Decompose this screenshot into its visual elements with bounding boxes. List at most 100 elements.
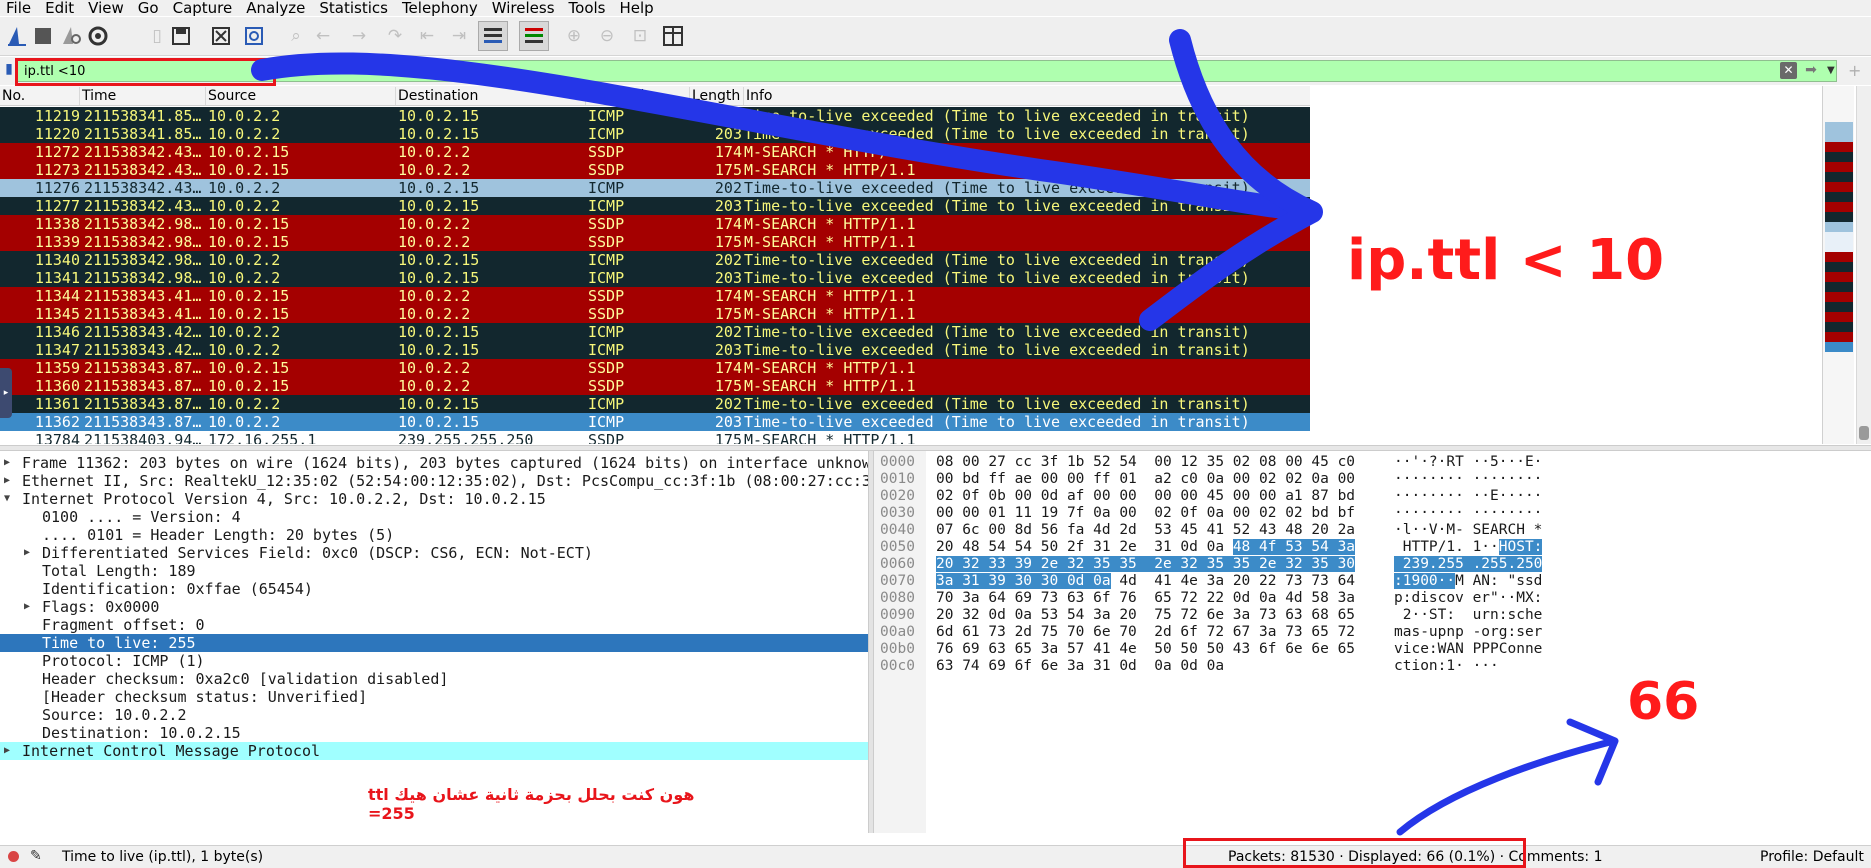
resize-columns-icon[interactable] [660,23,686,49]
packet-row[interactable]: 11344 211538343.41… 10.0.2.15 10.0.2.2 SSDP 1… [0,287,1310,305]
detail-row[interactable]: [Header checksum status: Unverified] [0,688,868,706]
detail-row[interactable]: ▶ Flags: 0x0000 [0,598,868,616]
hex-ascii[interactable]: ········ ········ [1394,505,1542,522]
packet-row[interactable]: 11220 211538341.85… 10.0.2.2 10.0.2.15 ICMP 2… [0,125,1310,143]
menu-telephony[interactable]: Telephony [396,0,486,16]
hex-bytes[interactable]: 63 74 69 6f 6e 3a 31 0d 0a 0d 0a [936,658,1224,675]
packet-minimap[interactable] [1822,86,1854,444]
packet-row[interactable]: 11277 211538342.43… 10.0.2.2 10.0.2.15 ICMP 2… [0,197,1310,215]
detail-row[interactable]: ▶ Differentiated Services Field: 0xc0 (DS… [0,544,868,562]
detail-row[interactable]: ▶ Ethernet II, Src: RealtekU_12:35:02 (52… [0,472,868,490]
menu-statistics[interactable]: Statistics [313,0,396,16]
expand-chevron-right-icon[interactable]: ▶ [24,544,30,562]
menu-go[interactable]: Go [132,0,167,16]
hex-bytes[interactable]: 6d 61 73 2d 75 70 6e 70 2d 6f 72 67 3a 7… [936,624,1355,641]
column-header-destination[interactable]: Destination [396,87,586,105]
hex-bytes[interactable]: 00 bd ff ae 00 00 ff 01 a2 c0 0a 00 02 0… [936,471,1355,488]
hex-ascii[interactable]: 239.255 .255.250 [1394,556,1543,573]
detail-row[interactable]: Source: 10.0.2.2 [0,706,868,724]
open-file-icon[interactable]: ▯ [144,23,170,49]
hex-ascii[interactable]: vice:WAN PPPConne [1394,641,1542,658]
packet-row[interactable]: 11340 211538342.98… 10.0.2.2 10.0.2.15 ICMP 2… [0,251,1310,269]
hex-bytes[interactable]: 76 69 63 65 3a 57 41 4e 50 50 50 43 6f 6… [936,641,1355,658]
expand-chevron-right-icon[interactable]: ▶ [24,598,30,616]
packet-row[interactable]: 11361 211538343.87… 10.0.2.2 10.0.2.15 ICMP 2… [0,395,1310,413]
expand-chevron-right-icon[interactable]: ▶ [4,472,10,490]
detail-row[interactable]: ▼ Internet Protocol Version 4, Src: 10.0.… [0,490,868,508]
zoom-in-icon[interactable]: ⊕ [561,23,587,49]
go-back-icon[interactable]: ← [310,23,336,49]
menu-help[interactable]: Help [613,0,661,16]
restart-capture-icon[interactable] [58,23,84,49]
detail-row[interactable]: Identification: 0xffae (65454) [0,580,868,598]
apply-filter-icon[interactable]: ➡ [1800,62,1822,79]
column-header-time[interactable]: Time [80,87,206,105]
hex-ascii[interactable]: p:discov er"··MX: [1394,590,1542,607]
menu-analyze[interactable]: Analyze [240,0,313,16]
packet-row[interactable]: 11360 211538343.87… 10.0.2.15 10.0.2.2 SSDP 1… [0,377,1310,395]
hex-bytes[interactable]: 20 32 33 39 2e 32 35 35 2e 32 35 35 2e 3… [936,556,1356,573]
add-filter-button-icon[interactable]: + [1848,61,1864,80]
packet-row[interactable]: 11276 211538342.43… 10.0.2.2 10.0.2.15 ICMP 2… [0,179,1310,197]
packet-row[interactable]: 11339 211538342.98… 10.0.2.15 10.0.2.2 SSDP 1… [0,233,1310,251]
detail-row[interactable]: .... 0101 = Header Length: 20 bytes (5) [0,526,868,544]
go-forward-icon[interactable]: → [346,23,372,49]
expand-chevron-right-icon[interactable]: ▶ [4,454,10,472]
packet-row[interactable]: 11338 211538342.98… 10.0.2.15 10.0.2.2 SSDP 1… [0,215,1310,233]
detail-row[interactable]: Time to live: 255 [0,634,868,652]
go-last-icon[interactable]: ⇥ [446,23,472,49]
detail-row[interactable]: Destination: 10.0.2.15 [0,724,868,742]
column-header-info[interactable]: Info [744,87,1310,105]
hex-ascii[interactable]: 2··ST: urn:sche [1394,607,1543,624]
filter-bookmark-icon[interactable]: ▮ [2,61,16,81]
menu-file[interactable]: File [0,0,39,16]
column-header-no[interactable]: No. [0,87,80,105]
detail-row[interactable]: 0100 .... = Version: 4 [0,508,868,526]
colorize-icon[interactable] [519,21,549,51]
shark-fin-start-icon[interactable] [4,23,30,49]
hex-bytes[interactable]: 3a 31 39 30 30 0d 0a 4d 41 4e 3a 20 22 7… [936,573,1355,590]
expand-chevron-right-icon[interactable]: ▶ [4,742,10,760]
hex-ascii[interactable]: ········ ··E····· [1394,488,1542,505]
normal-size-icon[interactable]: ⊡ [627,23,653,49]
packet-row[interactable]: 11341 211538342.98… 10.0.2.2 10.0.2.15 ICMP 2… [0,269,1310,287]
detail-row[interactable]: Header checksum: 0xa2c0 [validation disa… [0,670,868,688]
filter-history-chevron-down-icon[interactable]: ▼ [1827,62,1839,79]
status-profile[interactable]: Profile: Default [1760,849,1864,865]
hex-bytes[interactable]: 70 3a 64 69 73 63 6f 76 65 72 22 0d 0a 4… [936,590,1355,607]
stop-capture-icon[interactable] [30,23,56,49]
close-file-icon[interactable] [208,23,234,49]
hex-ascii[interactable]: ········ ········ [1394,471,1542,488]
menu-edit[interactable]: Edit [39,0,82,16]
expand-chevron-down-icon[interactable]: ▼ [4,490,10,508]
zoom-out-icon[interactable]: ⊖ [594,23,620,49]
detail-row[interactable]: Protocol: ICMP (1) [0,652,868,670]
hex-ascii[interactable]: :1900··M AN: "ssd [1394,573,1542,590]
packet-row[interactable]: 11362 211538343.87… 10.0.2.2 10.0.2.15 ICMP 2… [0,413,1310,431]
packet-row[interactable]: 11345 211538343.41… 10.0.2.15 10.0.2.2 SSDP 1… [0,305,1310,323]
menu-view[interactable]: View [82,0,132,16]
packet-row[interactable]: 11219 211538341.85… 10.0.2.2 10.0.2.15 ICMP 2… [0,107,1310,125]
hex-bytes[interactable]: 20 32 0d 0a 53 54 3a 20 75 72 6e 3a 73 6… [936,607,1355,624]
find-packet-icon[interactable]: ⌕ [283,23,309,49]
go-to-packet-icon[interactable]: ↷ [382,23,408,49]
detail-row[interactable]: ▶ Frame 11362: 203 bytes on wire (1624 bi… [0,454,868,472]
clear-filter-icon[interactable]: ✕ [1780,62,1797,79]
detail-row[interactable]: Total Length: 189 [0,562,868,580]
packet-row[interactable]: 11347 211538343.42… 10.0.2.2 10.0.2.15 ICMP 2… [0,341,1310,359]
menu-tools[interactable]: Tools [563,0,614,16]
go-first-icon[interactable]: ⇤ [414,23,440,49]
reload-file-icon[interactable] [241,23,267,49]
capture-comment-pencil-icon[interactable]: ✎ [30,848,42,864]
packet-list-scrollbar[interactable] [1856,86,1871,444]
hex-bytes[interactable]: 02 0f 0b 00 0d af 00 00 00 00 45 00 00 a… [936,488,1355,505]
menu-capture[interactable]: Capture [167,0,241,16]
autoscroll-icon[interactable] [478,21,508,51]
hex-ascii[interactable]: mas-upnp -org:ser [1394,624,1542,641]
detail-row[interactable]: ▶ Internet Control Message Protocol [0,742,868,760]
detail-row[interactable]: Fragment offset: 0 [0,616,868,634]
capture-options-gear-icon[interactable] [85,23,111,49]
hex-ascii[interactable]: ·l··V·M- SEARCH * [1394,522,1542,539]
packet-row[interactable]: 11359 211538343.87… 10.0.2.15 10.0.2.2 SSDP 1… [0,359,1310,377]
hex-bytes[interactable]: 08 00 27 cc 3f 1b 52 54 00 12 35 02 08 0… [936,454,1355,471]
